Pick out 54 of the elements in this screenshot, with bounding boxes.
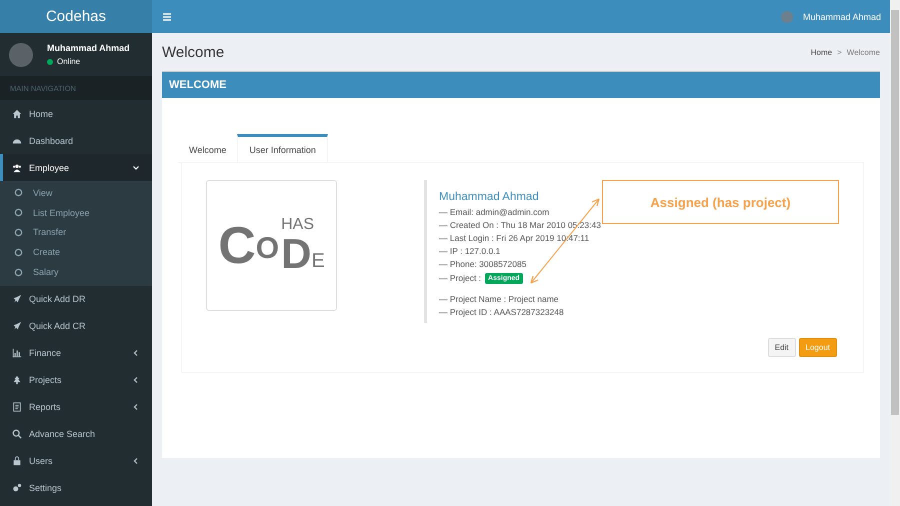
rocket-icon bbox=[12, 321, 22, 332]
info-line: — IP : 127.0.0.1 bbox=[439, 245, 502, 258]
circle-icon bbox=[14, 188, 23, 198]
nav-item[interactable]: Advance Search bbox=[0, 420, 152, 448]
circle-icon bbox=[14, 268, 23, 277]
breadcrumb-link[interactable]: Home bbox=[810, 48, 832, 56]
home-icon bbox=[12, 108, 22, 118]
brand-logo[interactable]: Codehas bbox=[0, 0, 152, 33]
avatar-icon bbox=[9, 42, 33, 66]
search-icon bbox=[12, 429, 22, 440]
users-icon bbox=[12, 162, 22, 172]
annotation-callout: Assigned (has project) bbox=[602, 180, 839, 224]
nav-item[interactable]: Users bbox=[0, 448, 152, 475]
profile-name[interactable]: Muhammad Ahmad bbox=[439, 191, 601, 203]
rocket-icon bbox=[12, 294, 22, 304]
edit-button[interactable]: Edit bbox=[768, 338, 796, 357]
lock-icon bbox=[12, 456, 22, 466]
tab[interactable]: User Information bbox=[237, 134, 328, 162]
nav-item[interactable]: Finance bbox=[0, 340, 152, 367]
tree-icon bbox=[12, 375, 22, 386]
tab[interactable]: Welcome bbox=[178, 134, 238, 162]
nav-item[interactable]: Reports bbox=[0, 394, 152, 421]
user-name: Muhammad Ahmad bbox=[47, 43, 130, 53]
nav-item[interactable]: Projects bbox=[0, 366, 152, 394]
circle-icon bbox=[14, 248, 23, 257]
page-title: Welcome bbox=[162, 44, 224, 60]
info-line: — Phone: 3008572085 bbox=[439, 258, 528, 271]
breadcrumb-current: Welcome bbox=[846, 48, 880, 56]
submenu-item[interactable]: View bbox=[0, 183, 152, 203]
nav-item[interactable]: Settings bbox=[0, 474, 152, 502]
scrollbar[interactable] bbox=[890, 0, 900, 506]
circle-icon bbox=[14, 228, 23, 237]
nav-item[interactable]: Home bbox=[0, 100, 152, 127]
nav-item[interactable]: Quick Add CR bbox=[0, 312, 152, 340]
breadcrumb-separator: > bbox=[837, 48, 842, 56]
submenu-item[interactable]: Transfer bbox=[0, 222, 152, 242]
nav-item[interactable]: Employee bbox=[0, 154, 152, 181]
circle-icon bbox=[14, 208, 23, 218]
info-line: — Email: admin@admin.com bbox=[439, 206, 550, 218]
submenu-item[interactable]: Salary bbox=[0, 262, 152, 282]
info-line: — Project : bbox=[439, 273, 482, 284]
user-menu[interactable]: Muhammad Ahmad bbox=[802, 12, 881, 22]
submenu-item[interactable]: Create bbox=[0, 242, 152, 262]
doc-icon bbox=[12, 402, 22, 412]
nav-item[interactable]: Quick Add DR bbox=[0, 286, 152, 313]
box-title: WELCOME bbox=[169, 79, 226, 91]
menu-icon[interactable] bbox=[162, 12, 172, 22]
nav-item[interactable]: Dashboard bbox=[0, 127, 152, 154]
user-status: Online bbox=[47, 57, 130, 66]
avatar-icon bbox=[780, 10, 793, 22]
info-line: — Project Name : Project name bbox=[439, 292, 560, 306]
chart-icon bbox=[12, 348, 22, 358]
info-line: — Project ID : AAAS7287323248 bbox=[439, 306, 565, 318]
submenu-item[interactable]: List Employee bbox=[0, 202, 152, 223]
